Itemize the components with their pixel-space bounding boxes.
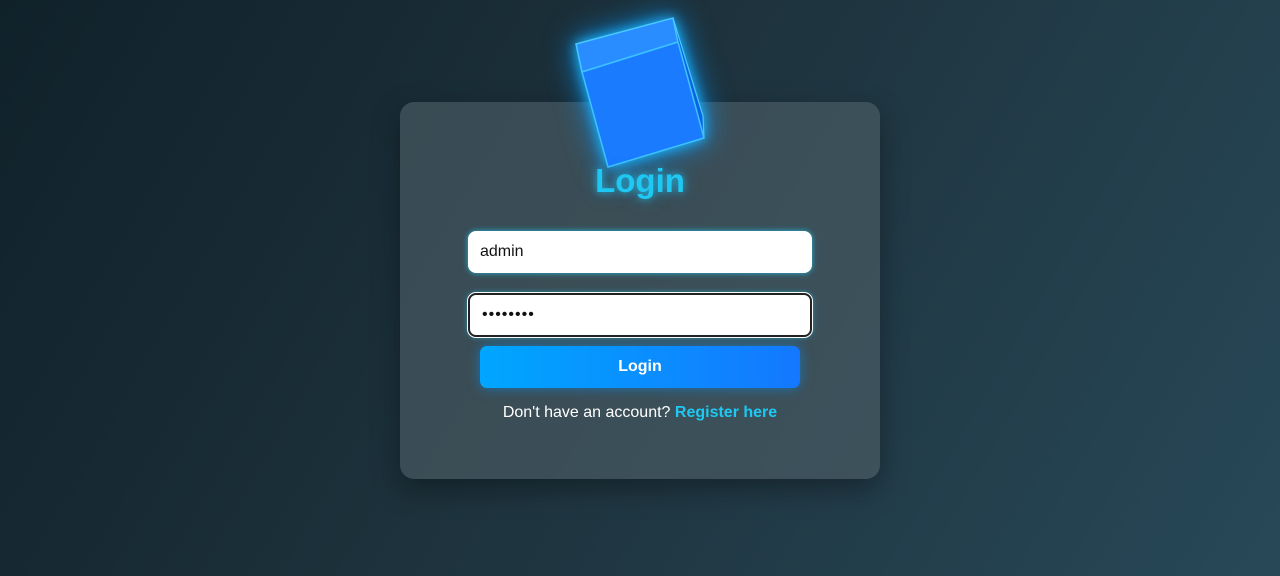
page-title: Login — [595, 162, 685, 199]
cube-icon — [560, 14, 720, 174]
password-input[interactable] — [468, 293, 812, 337]
register-prompt: Don't have an account? Register here — [0, 404, 1280, 422]
register-link[interactable]: Register here — [675, 404, 777, 421]
register-prompt-text: Don't have an account? — [502, 404, 671, 421]
username-input[interactable] — [468, 231, 812, 273]
login-button[interactable]: Login — [480, 346, 800, 388]
